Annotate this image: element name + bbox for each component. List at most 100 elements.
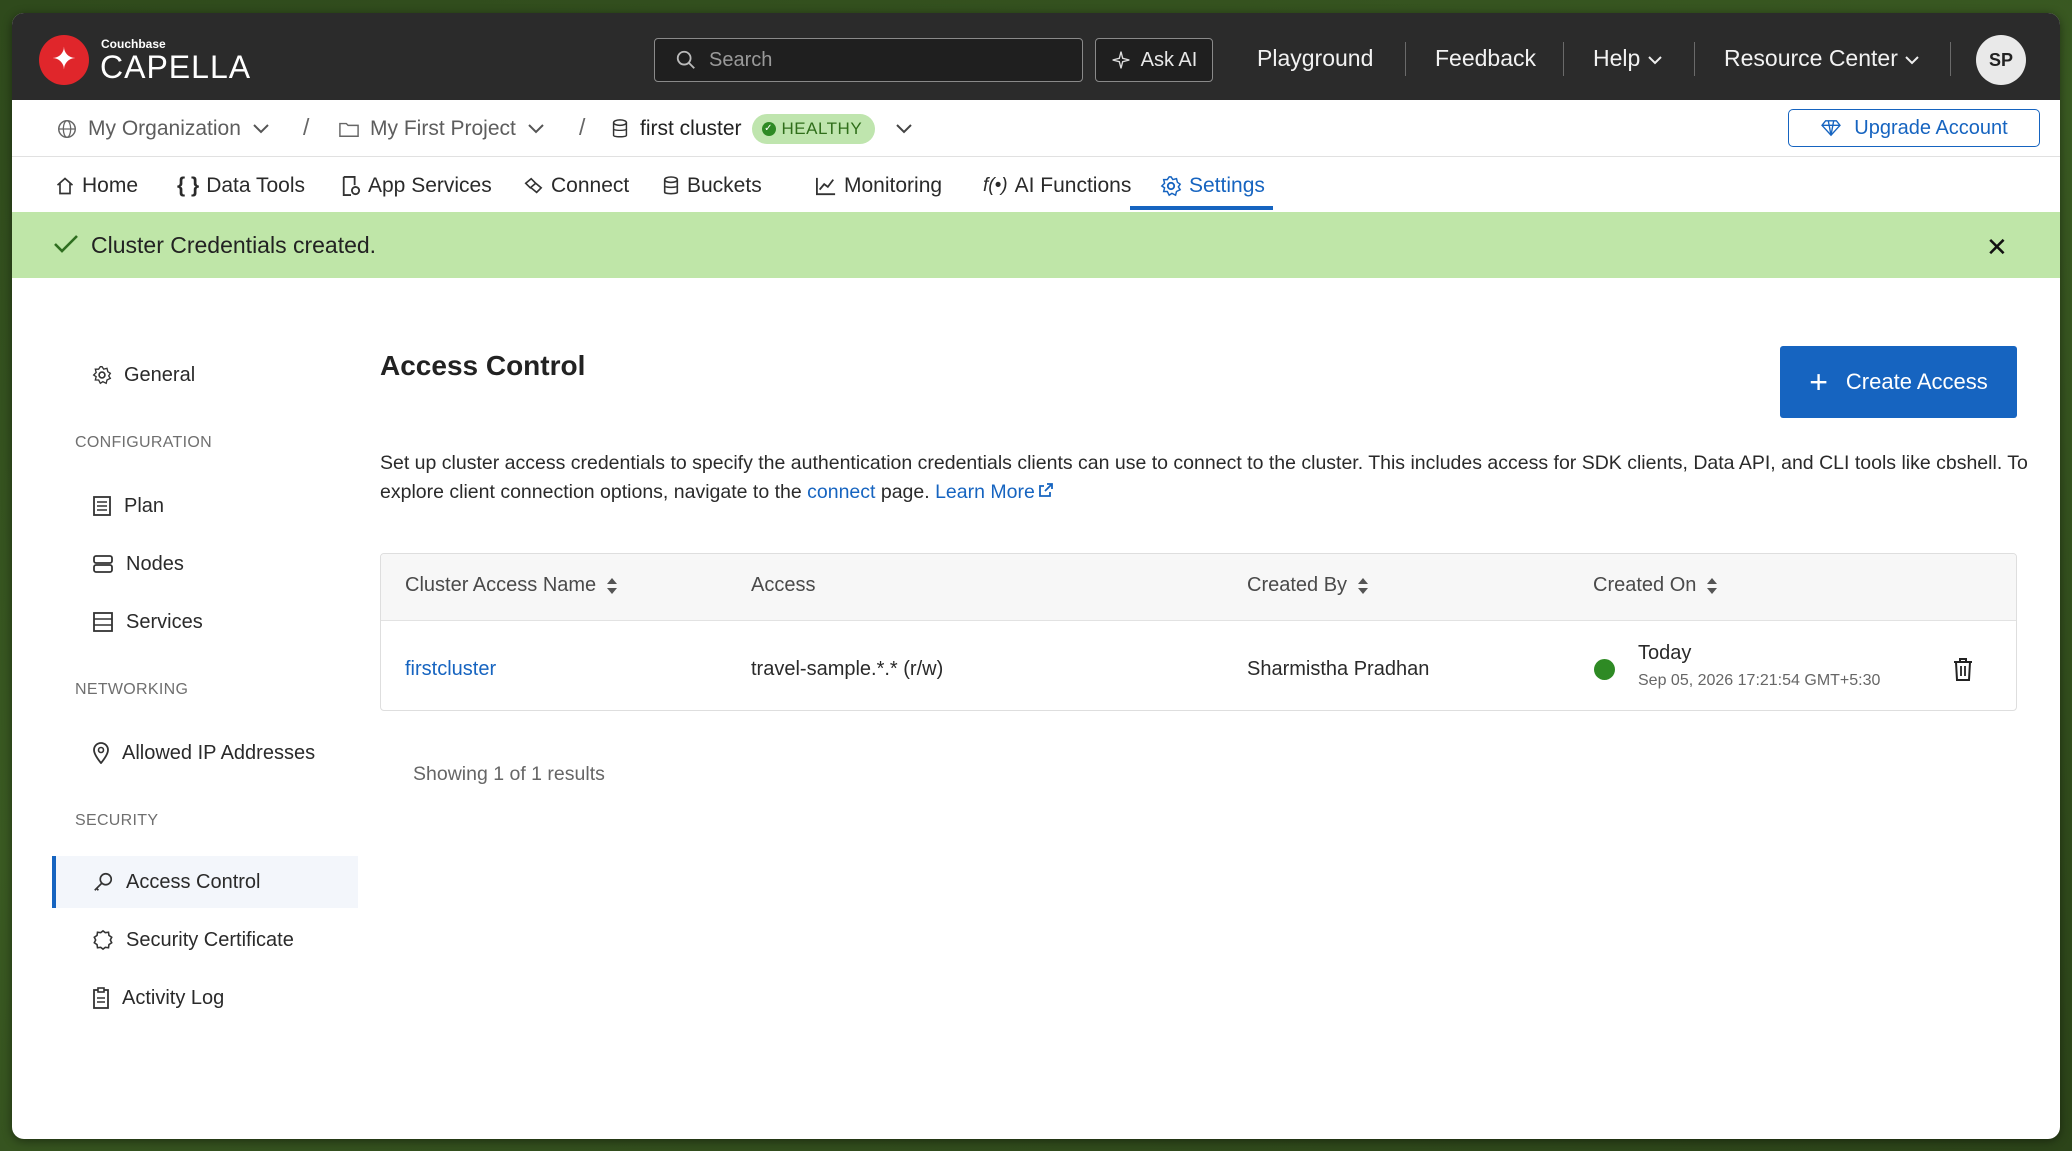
tab-ai-functions[interactable]: f(•) AI Functions [983, 158, 1131, 213]
search-box[interactable] [654, 38, 1083, 82]
tab-monitoring[interactable]: Monitoring [815, 158, 942, 213]
access-value: travel-sample.*.* (r/w) [751, 658, 944, 680]
organization-label: My Organization [88, 116, 241, 140]
sidebar-item-allowed-ip-addresses[interactable]: Allowed IP Addresses [52, 727, 358, 779]
tab-settings[interactable]: Settings [1160, 158, 1265, 213]
connect-link[interactable]: connect [807, 481, 875, 503]
database-icon [663, 175, 679, 194]
check-icon: ✓ [761, 121, 776, 136]
active-tab-indicator [1130, 206, 1273, 210]
ask-ai-label: Ask AI [1140, 48, 1198, 71]
description-text: page. [875, 481, 936, 503]
ask-ai-button[interactable]: Ask AI [1095, 38, 1213, 82]
page-description: Set up cluster access credentials to spe… [380, 449, 2030, 507]
breadcrumb-organization[interactable]: My Organization [56, 100, 271, 157]
sidebar-item-nodes[interactable]: Nodes [52, 538, 358, 590]
services-icon [93, 612, 113, 632]
gear-icon [92, 366, 112, 385]
sidebar-item-label: Security Certificate [126, 928, 294, 951]
status-label: HEALTHY [781, 118, 863, 138]
column-header-access: Access [751, 574, 815, 597]
chevron-down-icon[interactable] [893, 122, 915, 136]
nav-divider [1405, 42, 1406, 76]
search-icon [676, 50, 695, 69]
sidebar-item-plan[interactable]: Plan [52, 480, 358, 532]
home-icon [56, 176, 74, 194]
page-title: Access Control [380, 350, 586, 381]
sparkle-icon [1112, 51, 1130, 69]
sidebar-item-label: General [124, 363, 196, 386]
breadcrumb-separator: / [303, 114, 310, 140]
sort-icon [1707, 577, 1718, 594]
trash-icon[interactable] [1952, 656, 1974, 682]
column-header-name[interactable]: Cluster Access Name [405, 574, 618, 597]
sort-icon [1358, 577, 1369, 594]
create-access-button[interactable]: + Create Access [1780, 346, 2017, 418]
sidebar-item-services[interactable]: Services [52, 596, 358, 648]
tab-label: AI Functions [1014, 173, 1132, 197]
status-dot [1594, 659, 1615, 680]
database-icon [612, 118, 628, 138]
tab-data-tools[interactable]: { } Data Tools [177, 158, 305, 213]
access-name-link[interactable]: firstcluster [405, 658, 496, 681]
location-pin-icon [93, 742, 109, 764]
upgrade-account-button[interactable]: Upgrade Account [1788, 109, 2040, 147]
diamond-icon [1821, 120, 1842, 137]
plan-icon [93, 496, 111, 516]
sidebar-item-general[interactable]: General [52, 349, 358, 401]
status-badge: ✓ HEALTHY [751, 113, 876, 144]
nav-help[interactable]: Help [1593, 45, 1663, 72]
sidebar-item-label: Services [126, 610, 203, 633]
tab-app-services[interactable]: App Services [341, 158, 492, 213]
sidebar-heading-security: SECURITY [75, 812, 159, 829]
nav-resource-center[interactable]: Resource Center [1724, 45, 1920, 72]
key-icon [94, 872, 113, 891]
tab-label: Data Tools [206, 173, 306, 197]
column-header-label: Created By [1247, 574, 1348, 596]
sidebar-item-activity-log[interactable]: Activity Log [52, 972, 358, 1024]
tab-label: Monitoring [844, 173, 943, 197]
app-services-icon [342, 175, 361, 196]
tab-buckets[interactable]: Buckets [662, 158, 762, 213]
sort-icon [607, 577, 618, 594]
tab-label: App Services [368, 173, 492, 197]
server-icon [93, 555, 113, 573]
table-header: Cluster Access Name Access Created By Cr… [381, 554, 2016, 621]
chevron-down-icon [1647, 56, 1662, 65]
tab-connect[interactable]: Connect [522, 158, 629, 213]
certificate-icon [93, 929, 113, 951]
column-header-created-on[interactable]: Created On [1593, 574, 1718, 597]
access-table: Cluster Access Name Access Created By Cr… [380, 553, 2017, 711]
chevron-down-icon [1905, 56, 1919, 65]
search-input[interactable] [709, 48, 1069, 72]
nav-playground[interactable]: Playground [1257, 45, 1373, 72]
created-by-value: Sharmistha Pradhan [1247, 658, 1430, 680]
sidebar-item-label: Plan [124, 494, 165, 517]
tab-label: Connect [551, 173, 630, 197]
plus-icon: + [1809, 364, 1828, 400]
close-icon[interactable]: ✕ [1986, 232, 2008, 263]
nav-divider [1694, 42, 1695, 76]
sidebar-item-access-control[interactable]: Access Control [52, 856, 358, 908]
description-text: Set up cluster access credentials to spe… [380, 452, 2028, 503]
sidebar-heading-networking: NETWORKING [75, 681, 189, 698]
breadcrumb-cluster[interactable]: first cluster ✓ HEALTHY [610, 100, 915, 157]
sidebar-item-label: Allowed IP Addresses [122, 741, 316, 764]
sidebar-item-label: Nodes [126, 552, 184, 575]
breadcrumb: My Organization / My First Project / fir… [12, 100, 2060, 157]
tab-home[interactable]: Home [55, 158, 138, 213]
user-avatar[interactable]: SP [1976, 35, 2026, 85]
column-header-label: Access [751, 574, 816, 596]
results-count: Showing 1 of 1 results [413, 763, 605, 785]
sidebar-item-security-certificate[interactable]: Security Certificate [52, 914, 358, 966]
nav-feedback[interactable]: Feedback [1435, 45, 1536, 72]
nav-divider [1950, 42, 1951, 76]
gear-icon [1160, 175, 1182, 196]
column-header-created-by[interactable]: Created By [1247, 574, 1369, 597]
learn-more-link[interactable]: Learn More [935, 481, 1054, 503]
braces-icon: { } [177, 173, 200, 197]
breadcrumb-project[interactable]: My First Project [338, 100, 546, 157]
breadcrumb-separator: / [579, 114, 586, 140]
toast-message: Cluster Credentials created. [91, 232, 377, 258]
success-toast: Cluster Credentials created. ✕ [12, 212, 2060, 278]
